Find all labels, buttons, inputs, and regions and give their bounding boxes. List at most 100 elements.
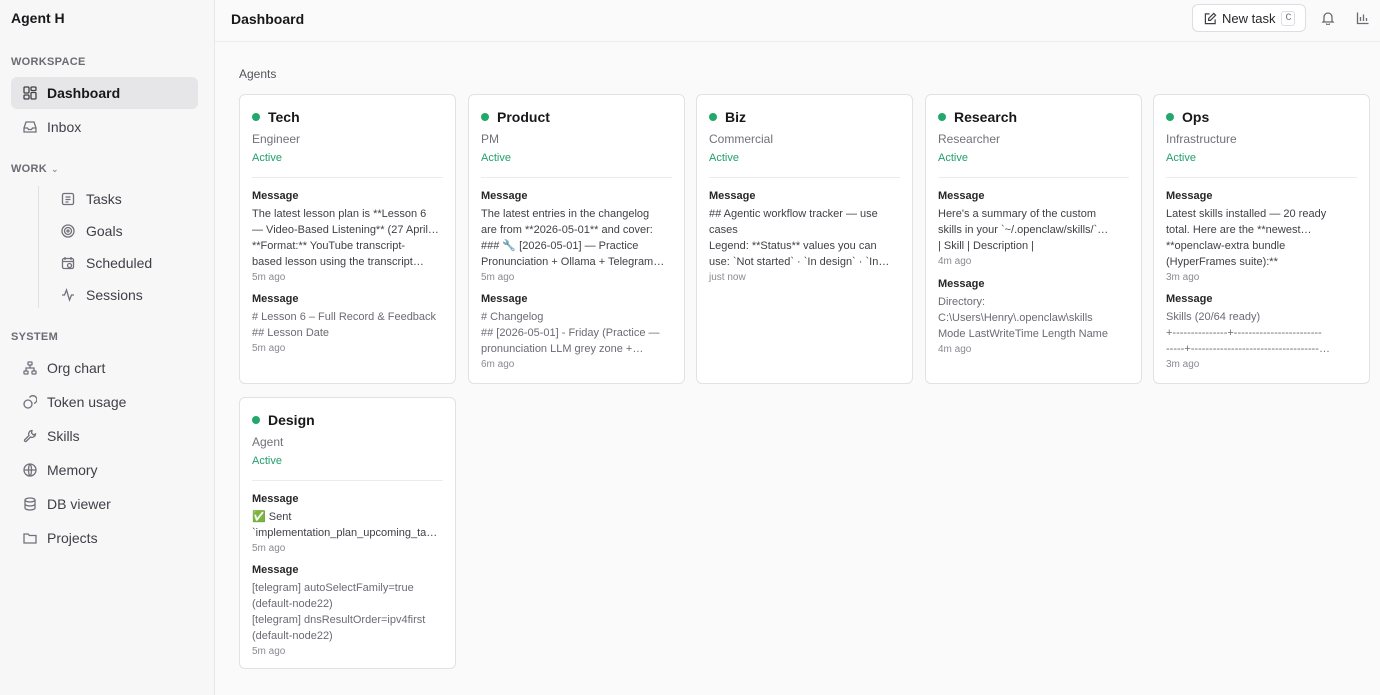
sidebar-item-sessions[interactable]: Sessions xyxy=(50,280,198,310)
agent-card-design[interactable]: Design Agent Active Message ✅ Sent `imple… xyxy=(239,397,456,669)
agent-card-product[interactable]: Product PM Active Message The latest ent… xyxy=(468,94,685,384)
message-time: 4m ago xyxy=(938,256,972,267)
page-title: Dashboard xyxy=(231,11,305,27)
sidebar-item-label: Sessions xyxy=(86,287,143,303)
message-time: 3m ago xyxy=(1166,359,1200,370)
message-item[interactable]: Message ✅ Sent `implementation_plan_upcom… xyxy=(252,492,443,554)
message-time: 3m ago xyxy=(1166,272,1200,283)
message-time: 5m ago xyxy=(252,343,286,354)
bell-icon[interactable] xyxy=(1320,10,1336,26)
agent-role: Commercial xyxy=(709,132,774,146)
agent-status: Active xyxy=(252,152,282,164)
message-time: 5m ago xyxy=(481,272,515,283)
message-item[interactable]: Message The latest lesson plan is **Less… xyxy=(252,189,443,283)
message-body: Here's a summary of the custom skills in … xyxy=(938,208,1109,252)
message-label: Message xyxy=(938,278,985,290)
agent-status: Active xyxy=(709,152,739,164)
wrench-icon xyxy=(22,428,38,444)
message-time: 5m ago xyxy=(252,543,286,554)
agent-name: Product xyxy=(497,109,550,125)
message-time: 5m ago xyxy=(252,646,286,657)
agent-name: Ops xyxy=(1182,109,1210,125)
agent-name: Biz xyxy=(725,109,746,125)
agent-name: Tech xyxy=(268,109,300,125)
sidebar-item-skills[interactable]: Skills xyxy=(11,420,198,452)
message-body: ## Agentic workflow tracker — use cases Le… xyxy=(709,208,890,268)
message-body: The latest lesson plan is **Lesson 6— Vi… xyxy=(252,208,439,268)
agent-card-tech[interactable]: Tech Engineer Active Message The latest … xyxy=(239,94,456,384)
agent-status: Active xyxy=(252,455,282,467)
folder-icon xyxy=(22,530,38,546)
message-body: Skills (20/64 ready) +---------------+---… xyxy=(1166,311,1330,355)
work-tree-line xyxy=(38,186,39,308)
message-item[interactable]: Message ## Agentic workflow tracker — us… xyxy=(709,189,900,283)
message-item[interactable]: Message Latest skills installed — 20 rea… xyxy=(1166,189,1357,283)
message-item[interactable]: Message Here's a summary of the custom sk… xyxy=(938,189,1129,267)
message-item[interactable]: Message # Changelog ## [2026-05-01] - Fri… xyxy=(481,292,672,370)
org-chart-icon xyxy=(22,360,38,376)
agent-card-biz[interactable]: Biz Commercial Active Message ## Agentic… xyxy=(696,94,913,384)
top-bar: Dashboard New task C xyxy=(215,0,1380,42)
message-time: 6m ago xyxy=(481,359,515,370)
message-body: # Changelog ## [2026-05-01] - Friday (Pra… xyxy=(481,311,660,355)
agent-card-research[interactable]: Research Researcher Active Message Here'… xyxy=(925,94,1142,384)
agent-card-ops[interactable]: Ops Infrastructure Active Message Latest… xyxy=(1153,94,1370,384)
message-item[interactable]: Message # Lesson 6 – Full Record & Feedb… xyxy=(252,292,443,354)
divider xyxy=(1166,177,1357,178)
agent-role: Researcher xyxy=(938,132,1001,146)
sidebar-item-label: DB viewer xyxy=(47,496,111,512)
agent-role: Infrastructure xyxy=(1166,132,1237,146)
workspace-section-label: WORKSPACE xyxy=(11,56,86,68)
message-label: Message xyxy=(1166,293,1213,305)
sidebar-item-label: Dashboard xyxy=(47,85,121,101)
work-section-label[interactable]: WORK ⌄ xyxy=(11,163,59,175)
message-body: # Lesson 6 – Full Record & Feedback ## Le… xyxy=(252,311,437,339)
agent-status: Active xyxy=(481,152,511,164)
status-dot xyxy=(252,113,260,121)
activity-icon xyxy=(60,287,76,303)
dashboard-grid-icon xyxy=(22,85,38,101)
message-label: Message xyxy=(481,190,528,202)
tasks-icon xyxy=(60,191,76,207)
status-dot xyxy=(252,416,260,424)
sidebar-item-projects[interactable]: Projects xyxy=(11,522,198,554)
message-body: Directory: C:\Users\Henry\.openclaw\skill… xyxy=(938,296,1108,340)
agent-role: Engineer xyxy=(252,132,301,146)
sidebar-item-inbox[interactable]: Inbox xyxy=(11,111,198,143)
message-label: Message xyxy=(1166,190,1213,202)
sidebar-item-tasks[interactable]: Tasks xyxy=(50,184,198,214)
agents-section-label: Agents xyxy=(239,67,277,81)
message-item[interactable]: Message Skills (20/64 ready) +-----------… xyxy=(1166,292,1357,370)
message-item[interactable]: Message The latest entries in the change… xyxy=(481,189,672,283)
sidebar-item-label: Memory xyxy=(47,462,98,478)
divider xyxy=(481,177,672,178)
message-label: Message xyxy=(481,293,528,305)
agent-name: Design xyxy=(268,412,315,428)
system-section-label: SYSTEM xyxy=(11,331,59,343)
message-time: just now xyxy=(709,272,746,283)
sidebar-item-label: Skills xyxy=(47,428,80,444)
message-item[interactable]: Message Directory: C:\Users\Henry\.opencl… xyxy=(938,277,1129,355)
sidebar-item-label: Goals xyxy=(86,223,123,239)
sidebar-item-goals[interactable]: Goals xyxy=(50,216,198,246)
shortcut-key: C xyxy=(1281,10,1296,26)
message-label: Message xyxy=(252,493,299,505)
sidebar-item-db-viewer[interactable]: DB viewer xyxy=(11,488,198,520)
message-label: Message xyxy=(938,190,985,202)
new-task-button[interactable]: New task C xyxy=(1192,4,1306,32)
sidebar-item-memory[interactable]: Memory xyxy=(11,454,198,486)
message-time: 4m ago xyxy=(938,344,972,355)
chevron-down-icon: ⌄ xyxy=(51,164,59,174)
message-body: [telegram] autoSelectFamily=true (default… xyxy=(252,582,426,642)
target-icon xyxy=(60,223,76,239)
status-dot xyxy=(481,113,489,121)
sidebar-item-org-chart[interactable]: Org chart xyxy=(11,352,198,384)
message-item[interactable]: Message [telegram] autoSelectFamily=true… xyxy=(252,563,443,657)
bar-chart-icon[interactable] xyxy=(1355,10,1371,26)
divider xyxy=(252,480,443,481)
sidebar-item-dashboard[interactable]: Dashboard xyxy=(11,77,198,109)
agent-role: Agent xyxy=(252,435,284,449)
sidebar-item-scheduled[interactable]: Scheduled xyxy=(50,248,198,278)
sidebar-item-label: Inbox xyxy=(47,119,82,135)
sidebar-item-token-usage[interactable]: Token usage xyxy=(11,386,198,418)
